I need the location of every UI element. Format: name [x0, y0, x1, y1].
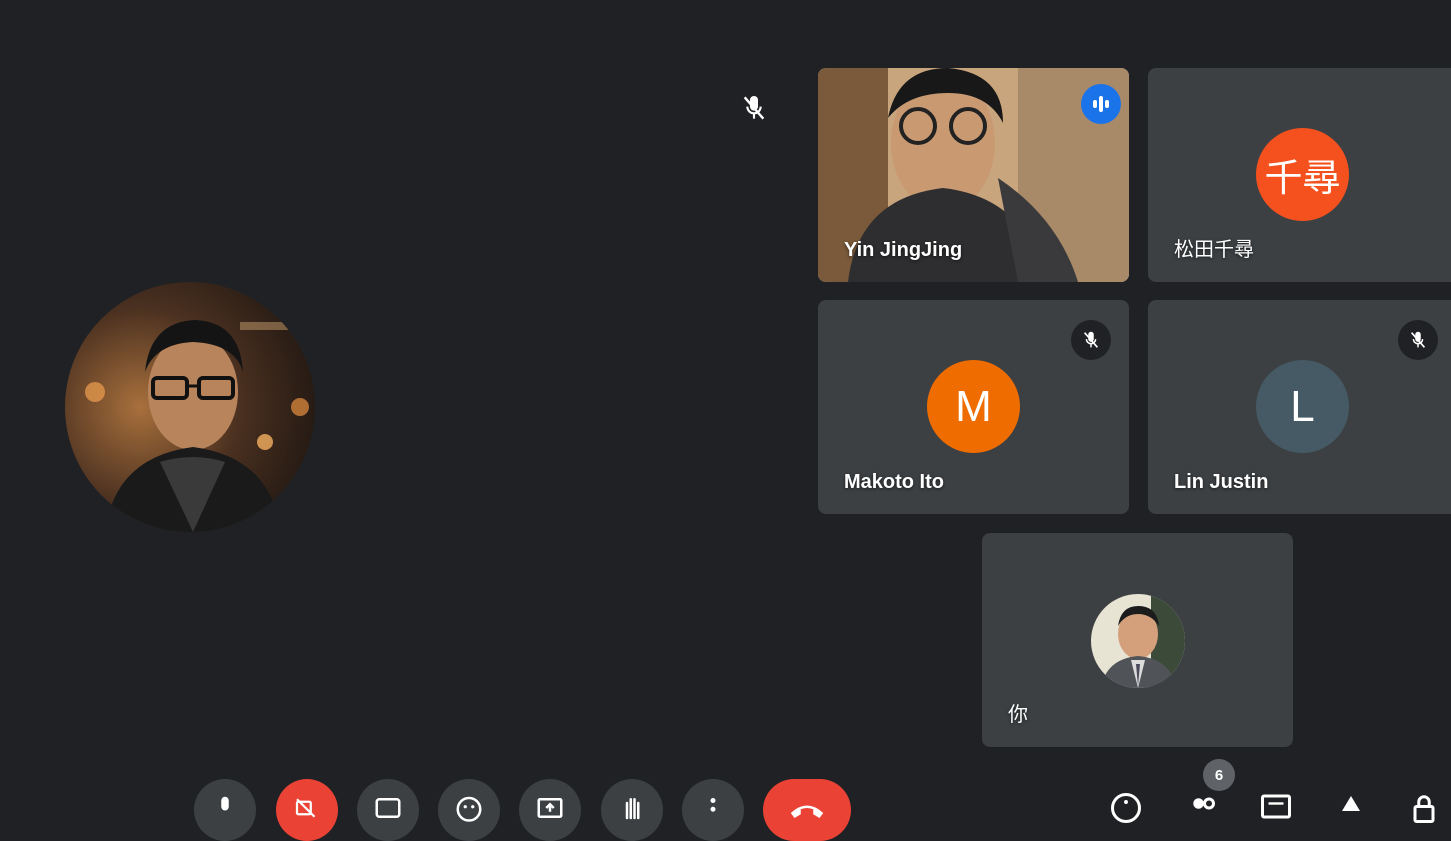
captions-icon [375, 798, 401, 818]
participant-name: Makoto Ito [844, 471, 944, 493]
participant-name: Lin Justin [1174, 471, 1269, 493]
chat-button[interactable] [1258, 790, 1294, 826]
people-button[interactable] [1185, 790, 1221, 826]
reactions-button[interactable] [438, 779, 500, 841]
participant-tile-lin-justin[interactable]: L Lin Justin [1148, 300, 1451, 514]
participant-tile-matsuda[interactable]: 千尋 松田千尋 [1148, 68, 1451, 282]
present-screen-icon [537, 798, 563, 818]
participant-avatar: M [927, 360, 1020, 453]
meeting-details-button[interactable] [1108, 790, 1144, 826]
hang-up-icon [790, 805, 824, 818]
participant-tile-yin-jingjing[interactable]: Yin JingJing [818, 68, 1129, 282]
avatar-initials: 千尋 [1264, 158, 1341, 200]
hand-icon [625, 798, 640, 820]
emoji-icon [456, 796, 482, 822]
raise-hand-button[interactable] [601, 779, 663, 841]
speaking-indicator-icon [1081, 84, 1121, 124]
activities-icon [1342, 796, 1360, 811]
leave-call-button[interactable] [763, 779, 851, 841]
presenter-mic-off-icon [738, 92, 770, 124]
more-options-button[interactable] [682, 779, 744, 841]
participant-avatar: L [1256, 360, 1349, 453]
camera-off-icon [295, 798, 316, 818]
chat-icon [1261, 794, 1291, 819]
participant-avatar: 千尋 [1256, 128, 1349, 221]
lock-person-icon [1413, 795, 1435, 823]
mic-off-icon [1398, 320, 1438, 360]
activities-button[interactable] [1333, 790, 1369, 826]
avatar-initials: L [1290, 381, 1315, 431]
participant-name: 松田千尋 [1174, 239, 1254, 261]
self-avatar [1091, 594, 1185, 688]
info-icon [1111, 793, 1141, 823]
camera-off-button[interactable] [276, 779, 338, 841]
microphone-button[interactable] [194, 779, 256, 841]
mic-off-icon [1071, 320, 1111, 360]
present-button[interactable] [519, 779, 581, 841]
microphone-icon [221, 796, 229, 811]
people-count-badge: 6 [1203, 759, 1235, 791]
presenter-avatar [65, 282, 315, 532]
people-icon [1193, 797, 1215, 810]
participant-tile-makoto-ito[interactable]: M Makoto Ito [818, 300, 1129, 514]
host-controls-button[interactable] [1406, 790, 1442, 826]
participant-name: 你 [1008, 704, 1028, 726]
more-vert-icon [710, 798, 716, 812]
avatar-initials: M [955, 381, 992, 431]
participant-tile-self[interactable]: 你 [982, 533, 1293, 747]
captions-button[interactable] [357, 779, 419, 841]
participant-name: Yin JingJing [844, 239, 963, 261]
